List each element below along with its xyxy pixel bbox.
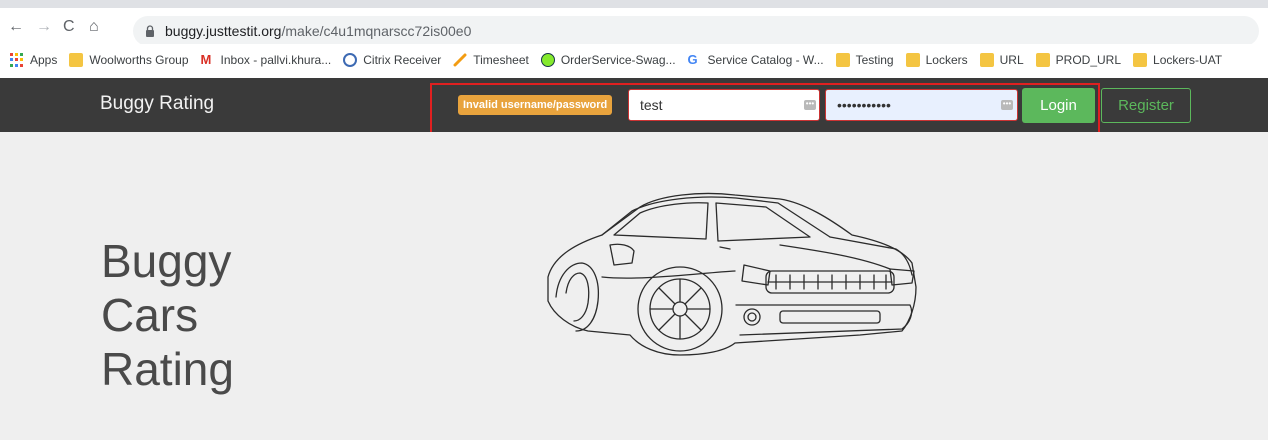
- folder-icon: [835, 53, 850, 67]
- brand-link[interactable]: Buggy Rating: [100, 93, 214, 115]
- bookmark-url[interactable]: URL: [979, 53, 1024, 67]
- hero-title-line: Rating: [101, 342, 234, 395]
- bookmark-label: Woolworths Group: [89, 53, 189, 67]
- gmail-icon: M: [200, 52, 212, 67]
- bookmark-label: Lockers-UAT: [1153, 53, 1223, 67]
- bookmark-service-catalog[interactable]: G Service Catalog - W...: [687, 52, 824, 68]
- folder-icon: [1133, 53, 1148, 67]
- bookmark-label: Testing: [855, 53, 894, 67]
- password-manager-icon[interactable]: •••: [1001, 100, 1013, 110]
- bookmark-timesheet[interactable]: Timesheet: [453, 53, 529, 67]
- back-arrow-icon[interactable]: ←: [8, 18, 24, 36]
- bookmark-apps[interactable]: Apps: [10, 53, 57, 67]
- bookmark-label: Service Catalog - W...: [707, 53, 824, 67]
- folder-icon: [69, 53, 84, 67]
- bookmark-label: URL: [999, 53, 1024, 67]
- lock-icon: [146, 25, 154, 37]
- citrix-icon: [343, 53, 358, 67]
- bookmark-lockers-uat[interactable]: Lockers-UAT: [1133, 53, 1222, 67]
- folder-icon: [905, 53, 920, 67]
- bookmark-inbox[interactable]: M Inbox - pallvi.khura...: [200, 52, 332, 68]
- hero-title: Buggy Cars Rating: [101, 234, 234, 396]
- register-button[interactable]: Register: [1101, 88, 1191, 123]
- bookmark-orderservice[interactable]: OrderService-Swag...: [540, 53, 676, 67]
- reload-icon[interactable]: C: [63, 18, 75, 36]
- folder-icon: [1035, 53, 1050, 67]
- bookmark-testing[interactable]: Testing: [835, 53, 894, 67]
- password-manager-icon[interactable]: •••: [804, 100, 816, 110]
- swagger-icon: [540, 53, 555, 67]
- bookmark-citrix[interactable]: Citrix Receiver: [343, 53, 441, 67]
- forward-arrow-icon[interactable]: →: [36, 18, 52, 36]
- bookmark-label: Lockers: [925, 53, 968, 67]
- browser-tab-strip: [0, 0, 1268, 8]
- car-illustration-icon: [547, 192, 917, 356]
- bookmark-woolworths[interactable]: Woolworths Group: [69, 53, 189, 67]
- home-icon[interactable]: ⌂: [89, 18, 99, 36]
- bookmarks-bar: Apps Woolworths Group M Inbox - pallvi.k…: [0, 44, 1268, 76]
- bookmark-label: Apps: [30, 53, 58, 67]
- apps-grid-icon: [10, 53, 24, 67]
- password-input[interactable]: [825, 89, 1018, 121]
- bookmark-label: Timesheet: [473, 53, 529, 67]
- pen-icon: [453, 53, 467, 67]
- folder-icon: [979, 53, 994, 67]
- url-host: buggy.justtestit.org: [165, 23, 282, 39]
- bookmark-label: Citrix Receiver: [363, 53, 442, 67]
- bookmark-label: Inbox - pallvi.khura...: [220, 53, 332, 67]
- login-error-badge: Invalid username/password: [458, 95, 613, 115]
- bookmark-lockers[interactable]: Lockers: [905, 53, 968, 67]
- hero-title-line: Cars: [101, 288, 199, 341]
- bookmark-label: PROD_URL: [1055, 53, 1122, 67]
- hero-title-line: Buggy: [101, 234, 232, 287]
- bookmark-prod-url[interactable]: PROD_URL: [1035, 53, 1122, 67]
- address-url: buggy.justtestit.org/make/c4u1mqnarscc72…: [165, 23, 471, 39]
- url-path: /make/c4u1mqnarscc72is00e0: [281, 23, 472, 39]
- browser-toolbar: ← → C ⌂ buggy.justtestit.org/make/c4u1mq…: [0, 8, 1268, 46]
- address-bar[interactable]: buggy.justtestit.org/make/c4u1mqnarscc72…: [133, 16, 1259, 46]
- bookmark-label: OrderService-Swag...: [560, 53, 676, 67]
- google-icon: G: [687, 52, 698, 67]
- login-button[interactable]: Login: [1022, 88, 1095, 123]
- username-input[interactable]: [628, 89, 820, 121]
